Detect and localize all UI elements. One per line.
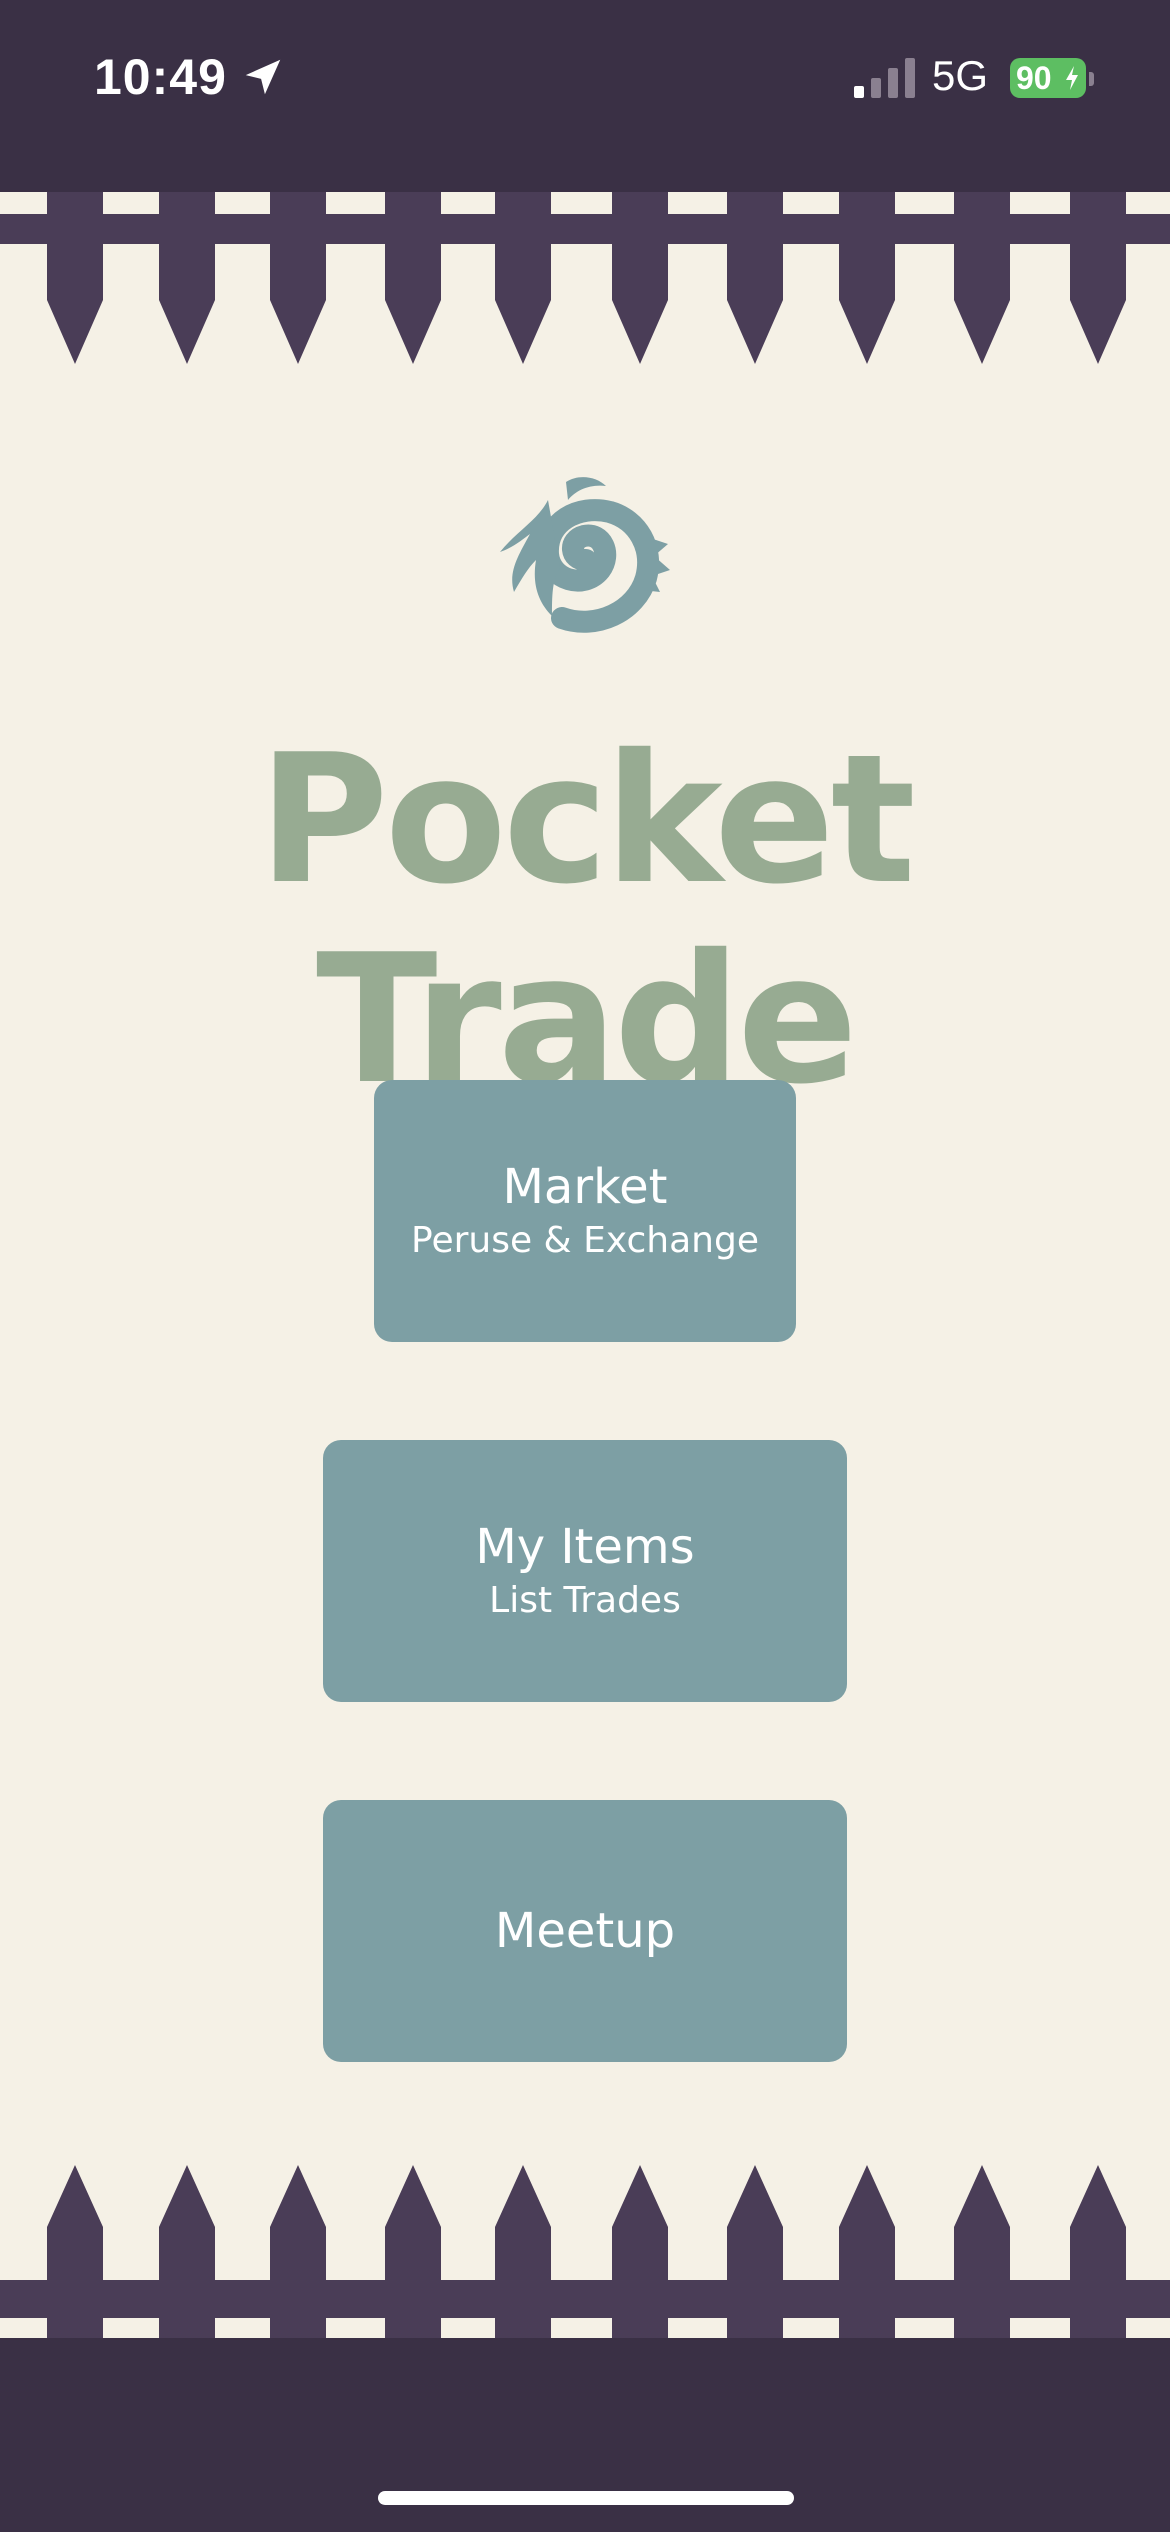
my-items-button[interactable]: My Items List Trades <box>323 1440 847 1702</box>
fence-picket <box>839 192 895 364</box>
fence-bottom-decoration <box>0 2165 1170 2340</box>
fence-picket <box>159 2165 215 2340</box>
fence-picket <box>159 192 215 364</box>
market-button[interactable]: Market Peruse & Exchange <box>374 1080 796 1342</box>
app-title: Pocket Trade <box>258 716 916 1123</box>
home-indicator[interactable] <box>378 2491 794 2505</box>
fence-picket <box>839 2165 895 2340</box>
fence-picket <box>1070 192 1126 364</box>
meetup-button-title: Meetup <box>494 1903 676 1959</box>
cellular-signal-icon <box>854 58 915 98</box>
market-button-title: Market <box>502 1159 668 1215</box>
fence-picket <box>385 192 441 364</box>
network-type: 5G <box>932 52 989 99</box>
fence-picket <box>954 2165 1010 2340</box>
meetup-button[interactable]: Meetup <box>323 1800 847 2062</box>
fence-picket <box>612 192 668 364</box>
fence-picket <box>495 2165 551 2340</box>
charging-bolt-icon <box>1066 66 1078 90</box>
location-arrow-icon <box>245 59 281 95</box>
fence-picket <box>385 2165 441 2340</box>
fence-picket <box>612 2165 668 2340</box>
fence-top-decoration <box>0 192 1170 364</box>
fence-picket <box>727 2165 783 2340</box>
fence-picket <box>270 192 326 364</box>
battery-level: 90 <box>1016 60 1052 96</box>
status-bar: 10:49 5G 90 <box>0 0 1170 192</box>
battery-cap <box>1089 72 1094 86</box>
my-items-button-subtitle: List Trades <box>489 1580 681 1621</box>
status-time: 10:49 <box>94 49 227 105</box>
swirl-logo-icon <box>500 477 670 633</box>
fence-picket <box>1070 2165 1126 2340</box>
fence-picket <box>270 2165 326 2340</box>
battery-icon: 90 <box>1010 58 1086 98</box>
market-button-subtitle: Peruse & Exchange <box>411 1220 759 1261</box>
fence-picket <box>47 192 103 364</box>
my-items-button-title: My Items <box>475 1519 695 1575</box>
fence-picket <box>495 192 551 364</box>
fence-picket <box>954 192 1010 364</box>
fence-picket <box>47 2165 103 2340</box>
fence-picket <box>727 192 783 364</box>
